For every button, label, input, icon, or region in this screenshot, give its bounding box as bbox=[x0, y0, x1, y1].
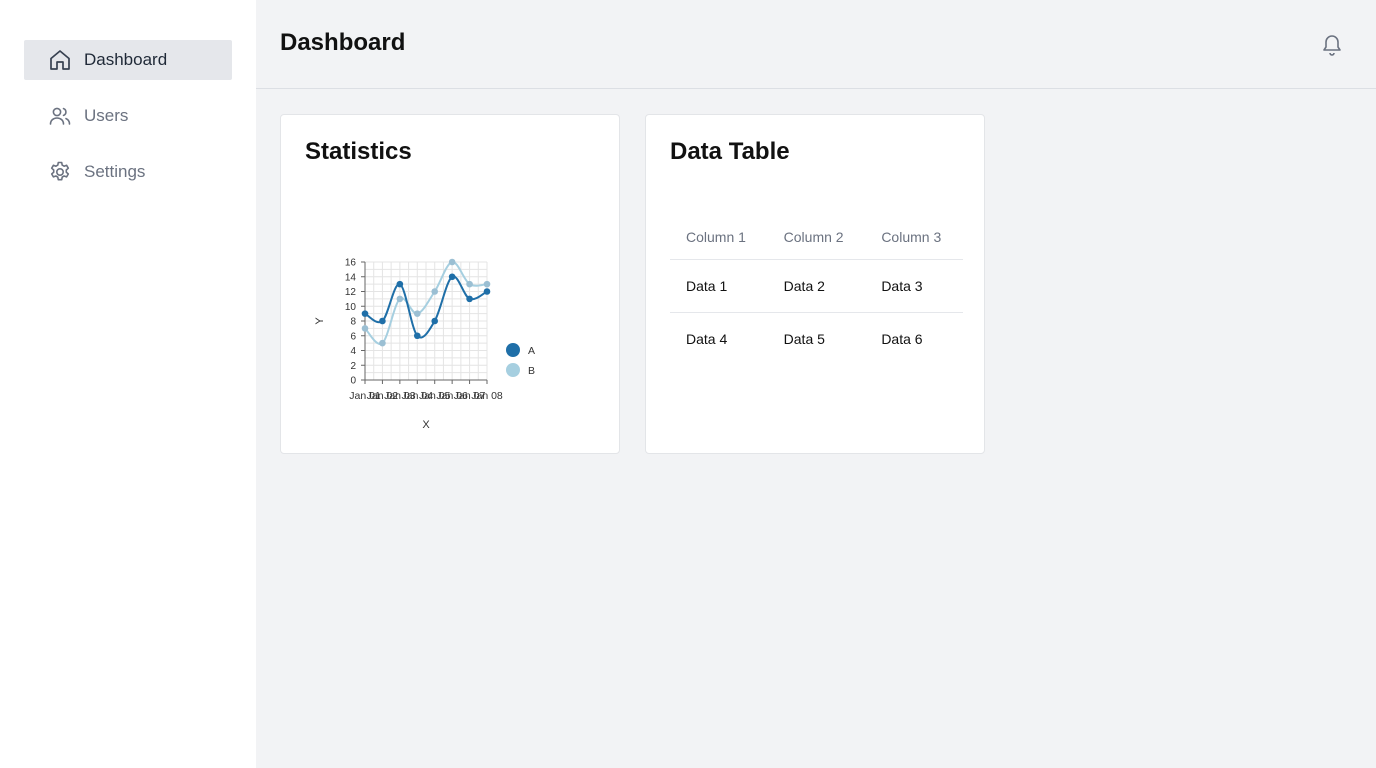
x-tick-label: Jan 08 bbox=[471, 390, 503, 402]
data-point-B bbox=[396, 295, 404, 303]
table-cell: Data 2 bbox=[767, 259, 866, 313]
column-header[interactable]: Column 1 bbox=[670, 215, 768, 260]
legend-swatch-A bbox=[506, 343, 520, 357]
sidebar: Dashboard Users Settings bbox=[0, 0, 256, 768]
sidebar-item-users[interactable]: Users bbox=[24, 96, 232, 136]
data-point-A bbox=[396, 280, 404, 288]
statistics-chart: 0246810121416Jan 01Jan 02Jan 03Jan 04Jan… bbox=[314, 258, 535, 432]
table-cell: Data 3 bbox=[865, 259, 963, 313]
data-point-A bbox=[361, 310, 369, 317]
header: Dashboard bbox=[256, 0, 1376, 89]
gear-icon bbox=[48, 160, 72, 184]
y-tick-label: 6 bbox=[350, 331, 356, 342]
y-tick-label: 10 bbox=[345, 302, 357, 313]
legend-swatch-B bbox=[506, 363, 520, 377]
column-header[interactable]: Column 3 bbox=[865, 215, 963, 260]
table-cell: Data 1 bbox=[670, 259, 768, 313]
y-tick-label: 0 bbox=[350, 376, 356, 387]
data-point-A bbox=[483, 288, 491, 295]
data-point-A bbox=[466, 295, 473, 303]
table-row[interactable]: Data 4 Data 5 Data 6 bbox=[670, 312, 963, 365]
data-point-A bbox=[379, 317, 386, 325]
data-point-B bbox=[448, 258, 456, 266]
page-title: Dashboard bbox=[280, 29, 406, 56]
table-cell: Data 5 bbox=[783, 330, 825, 347]
legend-label-B: B bbox=[528, 365, 535, 377]
sidebar-item-label: Settings bbox=[84, 162, 146, 181]
sidebar-item-dashboard[interactable]: Dashboard bbox=[24, 40, 232, 80]
column-header[interactable]: Column 2 bbox=[767, 215, 866, 260]
y-axis-label: Y bbox=[314, 317, 326, 325]
sidebar-item-label: Users bbox=[84, 106, 129, 125]
home-icon bbox=[48, 48, 72, 72]
y-tick-label: 8 bbox=[350, 317, 356, 328]
data-point-A bbox=[431, 317, 439, 325]
card-title: Data Table bbox=[670, 138, 790, 165]
bell-icon[interactable] bbox=[1320, 31, 1344, 57]
data-point-A bbox=[413, 332, 421, 340]
table-row[interactable]: Data 1 Data 2 Data 3 bbox=[670, 259, 963, 313]
legend-label-A: A bbox=[528, 345, 535, 357]
table-cell: Data 4 bbox=[686, 330, 728, 347]
users-icon bbox=[48, 104, 72, 128]
y-tick-label: 2 bbox=[350, 361, 356, 372]
y-tick-label: 4 bbox=[350, 346, 356, 357]
x-axis-label: X bbox=[422, 419, 430, 431]
data-point-A bbox=[448, 273, 456, 281]
data-table: Column 1 Column 2 Column 3 Data 1 Data 2… bbox=[670, 215, 963, 365]
data-point-B bbox=[413, 310, 421, 317]
table-header-row: Column 1 Column 2 Column 3 bbox=[670, 215, 963, 260]
y-tick-label: 16 bbox=[345, 258, 357, 269]
sidebar-item-label: Dashboard bbox=[84, 50, 168, 69]
data-point-B bbox=[483, 280, 491, 288]
y-tick-label: 14 bbox=[345, 272, 357, 283]
data-point-B bbox=[431, 288, 439, 295]
data-point-B bbox=[466, 280, 473, 288]
table-cell: Data 6 bbox=[881, 330, 923, 347]
data-point-B bbox=[361, 325, 369, 332]
data-point-B bbox=[379, 339, 386, 347]
y-tick-label: 12 bbox=[345, 287, 357, 298]
data-table-card: Data Table Column 1 Column 2 Column 3 Da… bbox=[645, 114, 985, 454]
sidebar-item-settings[interactable]: Settings bbox=[24, 152, 232, 192]
statistics-card: Statistics 0 2 4 6 8 10 12 14 16 Jan 01 Jan 02 Jan … bbox=[280, 114, 620, 454]
